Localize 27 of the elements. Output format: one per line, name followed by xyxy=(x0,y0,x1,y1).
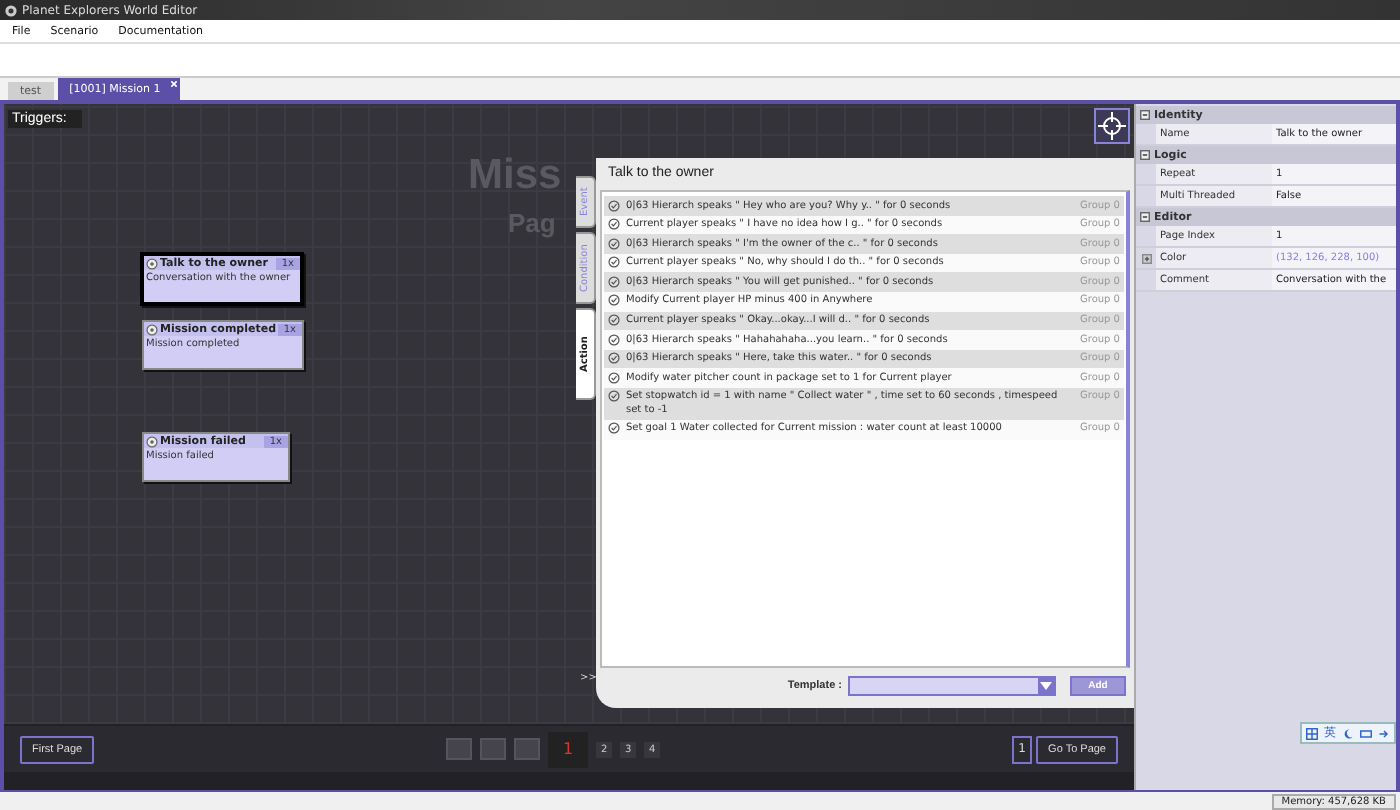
collapse-icon[interactable] xyxy=(1140,212,1150,222)
check-circle-icon xyxy=(608,314,620,327)
check-circle-icon xyxy=(608,218,620,231)
expand-icon[interactable] xyxy=(1141,253,1151,263)
crosshair-icon[interactable] xyxy=(1094,108,1130,144)
grid-icon[interactable] xyxy=(1306,727,1318,739)
check-circle-icon xyxy=(608,333,620,346)
page-slot xyxy=(514,738,541,760)
collapse-icon[interactable] xyxy=(1140,150,1150,160)
template-dropdown[interactable] xyxy=(848,676,1056,696)
check-circle-icon xyxy=(608,390,620,403)
check-circle-icon xyxy=(608,371,620,384)
caret-icon xyxy=(1038,678,1054,694)
collapse-icon[interactable] xyxy=(1140,110,1150,120)
check-circle-icon xyxy=(608,294,620,307)
check-circle-icon xyxy=(608,422,620,435)
check-circle-icon xyxy=(608,275,620,288)
arrow-icon[interactable] xyxy=(1378,727,1390,739)
keyboard-icon[interactable] xyxy=(1360,727,1372,739)
check-circle-icon xyxy=(608,199,620,211)
moon-icon[interactable] xyxy=(1342,727,1354,739)
page-slot xyxy=(446,738,473,760)
check-circle-icon xyxy=(608,237,620,250)
page-slot xyxy=(480,738,507,760)
close-icon[interactable] xyxy=(170,80,179,88)
check-circle-icon xyxy=(608,256,620,269)
check-circle-icon xyxy=(608,352,620,365)
